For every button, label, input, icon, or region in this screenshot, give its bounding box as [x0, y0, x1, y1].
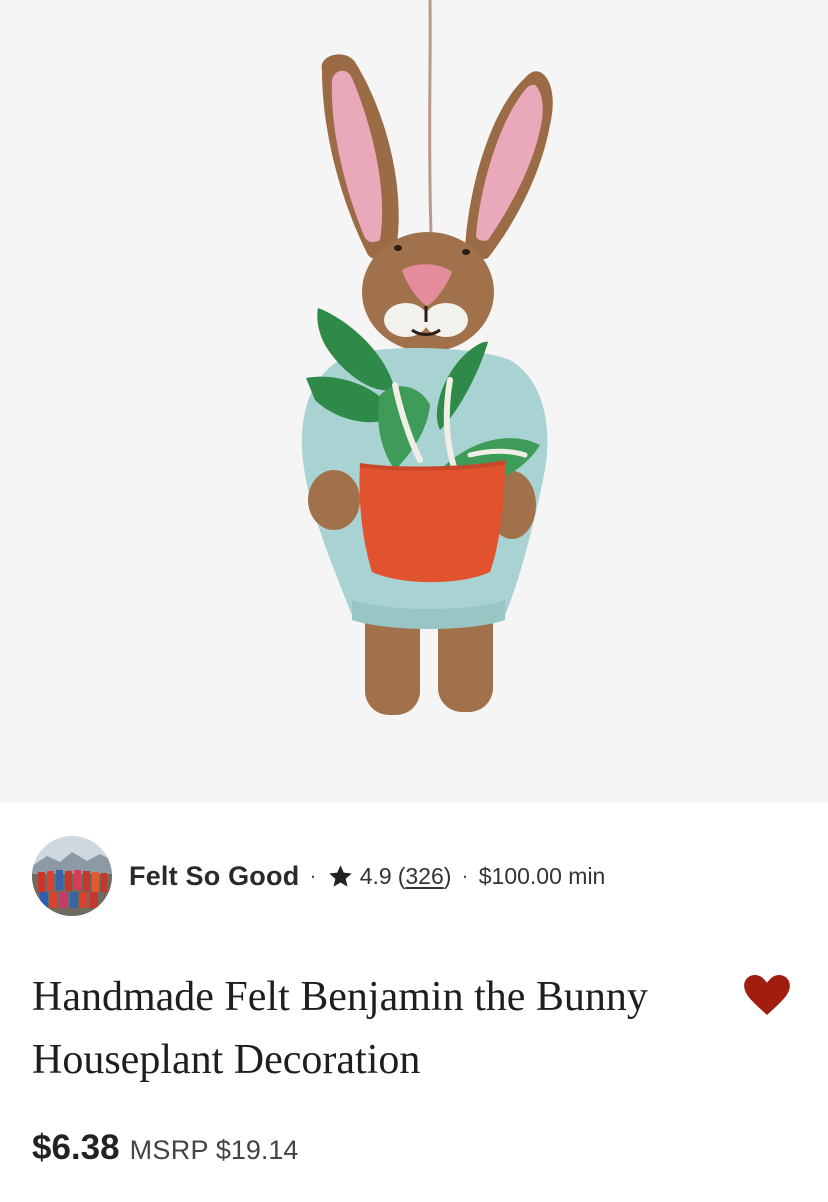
separator-dot: · — [461, 863, 469, 888]
separator-dot: · — [309, 863, 317, 888]
msrp-label: MSRP — [129, 1135, 209, 1165]
favorite-button[interactable] — [740, 972, 794, 1018]
price-row: $6.38 MSRP $19.14 — [32, 1128, 298, 1168]
heart-icon — [744, 975, 790, 1015]
product-title: Handmade Felt Benjamin the Bunny Housepl… — [32, 974, 648, 1083]
review-count-link[interactable]: 326 — [405, 863, 443, 889]
msrp-price: $19.14 — [215, 1135, 299, 1165]
review-count-wrapper: (326) — [397, 862, 452, 889]
star-icon — [327, 863, 354, 890]
shop-info-row: Felt So Good · 4.9 (326) · $100.00 min — [32, 836, 605, 916]
product-image[interactable] — [0, 0, 828, 803]
shop-avatar-image — [32, 836, 112, 916]
shop-avatar[interactable] — [32, 836, 112, 916]
shop-rating: 4.9 — [359, 862, 392, 889]
bunny-ornament-illustration — [301, 0, 553, 715]
shop-name-link[interactable]: Felt So Good — [129, 861, 299, 892]
minimum-order: $100.00 min — [478, 862, 606, 889]
wholesale-price: $6.38 — [32, 1128, 120, 1167]
